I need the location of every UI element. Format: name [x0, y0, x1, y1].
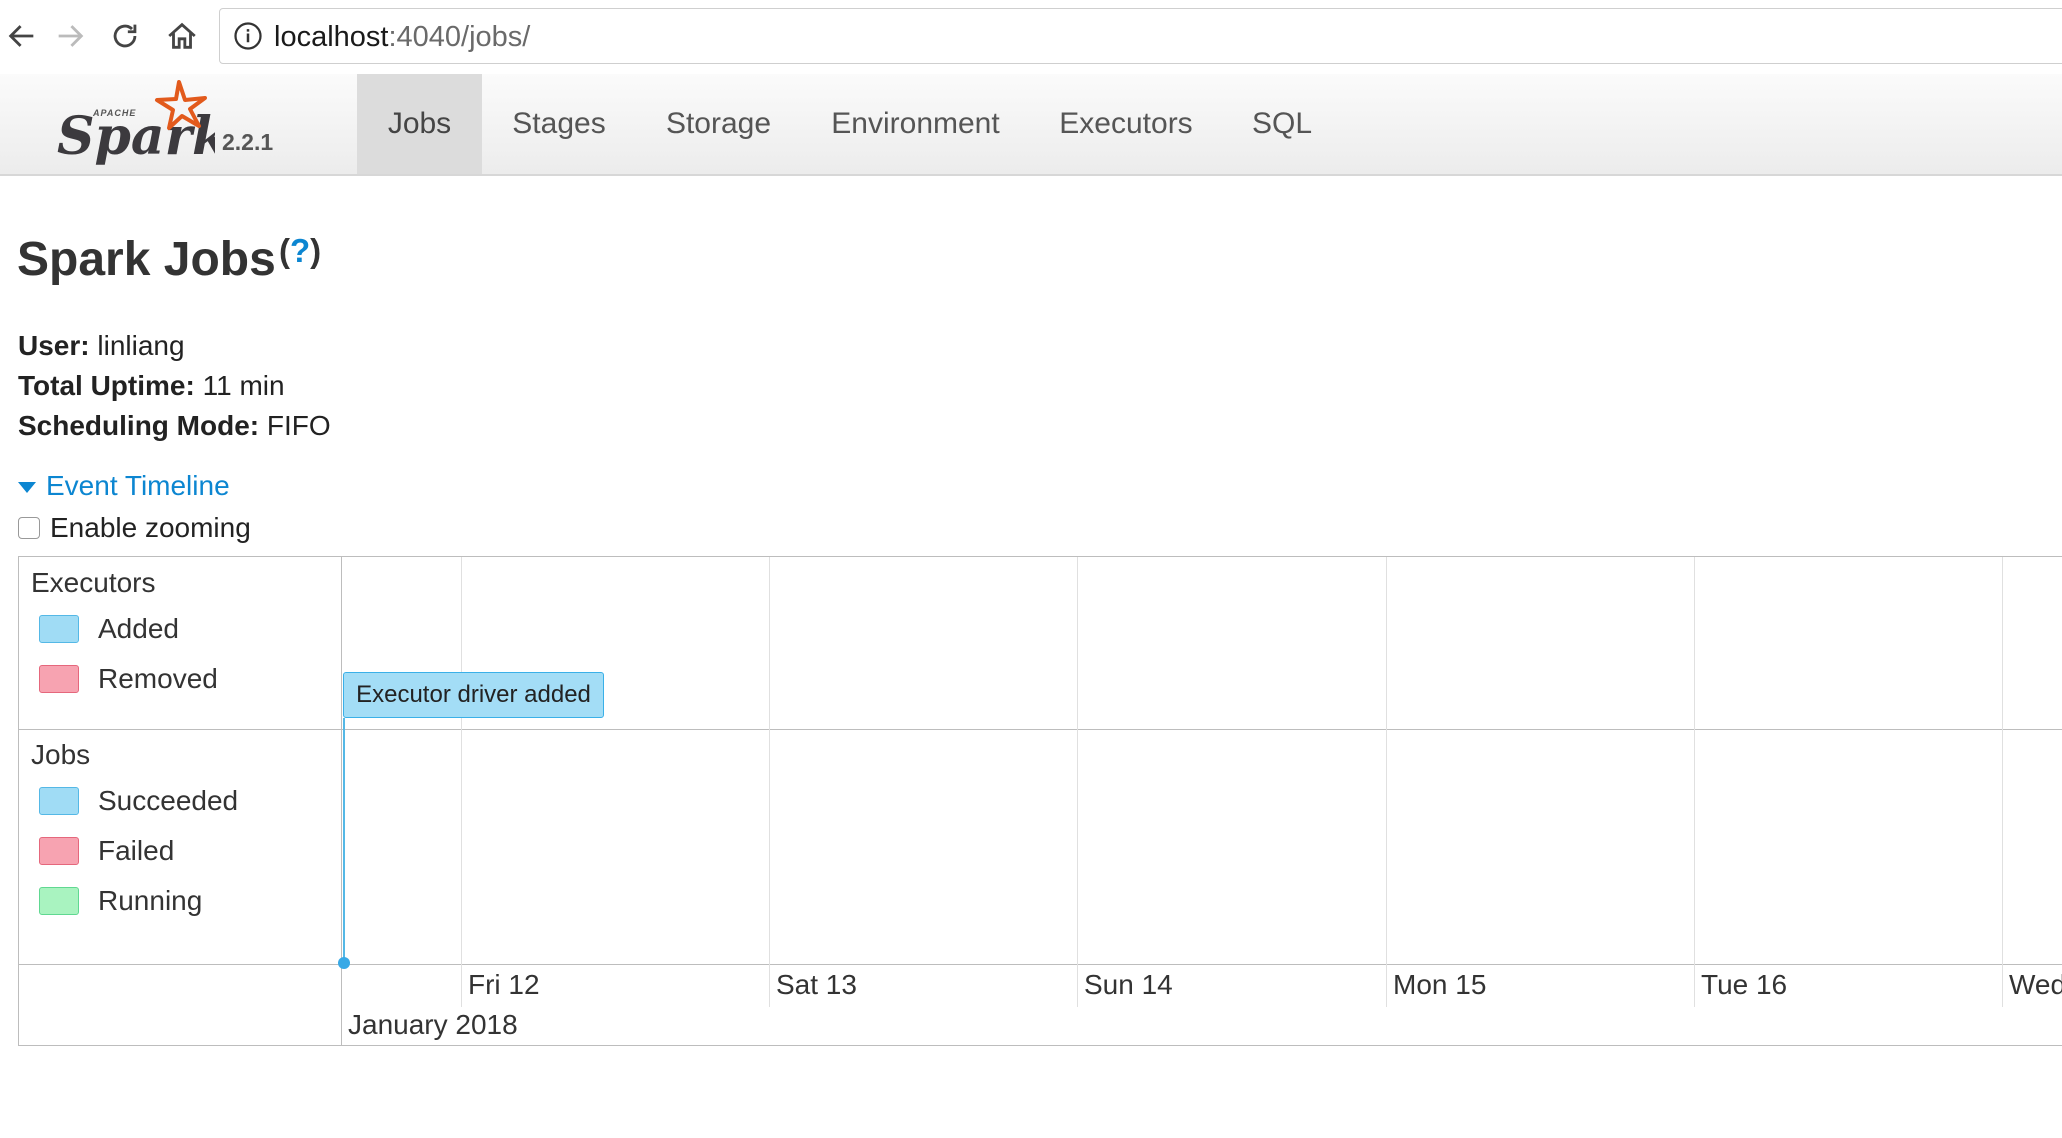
info-icon[interactable] [233, 21, 263, 51]
legend-job-succeeded: Succeeded [39, 785, 238, 817]
arrow-right-icon [58, 25, 84, 47]
event-timeline-label: Event Timeline [46, 470, 230, 501]
zoom-checkbox[interactable] [18, 517, 40, 539]
address-bar[interactable]: localhost:4040/jobs/ [219, 8, 2062, 64]
page-title-row: Spark Jobs [17, 232, 276, 287]
summary-value: FIFO [259, 410, 331, 441]
help-close: ) [310, 232, 322, 269]
executors-group-title: Executors [31, 567, 156, 598]
tab-environment[interactable]: Environment [818, 74, 1013, 174]
legend-swatch [39, 887, 79, 915]
arrow-left-icon [8, 25, 34, 47]
current-time-marker [343, 718, 345, 963]
grid-line [461, 557, 462, 1007]
timeline-legend: Executors Added Removed Jobs Succeeded F… [19, 557, 342, 1045]
summary-scheduling-mode: Scheduling Mode: FIFO [18, 410, 331, 442]
summary-label: Scheduling Mode: [18, 410, 260, 441]
current-time-dot [338, 957, 350, 969]
grid-line [1077, 557, 1078, 1007]
axis-tick-label: Sat 13 [776, 969, 857, 1000]
help-question-icon: ? [290, 232, 311, 269]
legend-job-running: Running [39, 885, 202, 917]
tab-label: Environment [831, 107, 1000, 140]
legend-label: Succeeded [98, 785, 239, 816]
axis-tick-label: Tue 16 [1701, 969, 1788, 1000]
group-divider [19, 729, 2062, 730]
axis-line [19, 964, 2062, 965]
tab-jobs[interactable]: Jobs [357, 74, 482, 174]
tab-label: Jobs [387, 107, 452, 140]
help-link[interactable]: (?) [279, 232, 321, 270]
tab-label: SQL [1251, 107, 1313, 140]
page-title: Spark Jobs [17, 233, 276, 286]
tab-label: Stages [512, 107, 606, 140]
home-icon [168, 22, 196, 49]
axis-tick-label: Mon 15 [1393, 969, 1487, 1000]
axis-month-label: January 2018 [348, 1009, 518, 1040]
legend-label: Removed [98, 663, 218, 694]
spark-logo[interactable]: APACHE Spark [55, 78, 215, 168]
spark-version: 2.2.1 [222, 129, 274, 155]
tab-stages[interactable]: Stages [497, 74, 621, 174]
legend-job-failed: Failed [39, 835, 174, 867]
url-text: localhost:4040/jobs/ [274, 21, 530, 53]
jobs-group-title: Jobs [31, 739, 91, 770]
executor-event-item[interactable]: Executor driver added [343, 672, 604, 718]
grid-line [769, 557, 770, 1007]
grid-line [1694, 557, 1695, 1007]
reload-icon [113, 24, 137, 48]
legend-label: Failed [98, 835, 175, 866]
back-button[interactable] [0, 14, 44, 58]
legend-swatch [39, 615, 79, 643]
spark-navbar: APACHE Spark 2.2.1 Jobs Stages Storage E… [0, 74, 2062, 176]
zoom-label: Enable zooming [50, 512, 251, 543]
legend-label: Running [98, 885, 203, 916]
home-button[interactable] [160, 14, 204, 58]
summary-value: linliang [89, 330, 185, 361]
summary-value: 11 min [194, 370, 285, 401]
summary-user: User: linliang [18, 330, 185, 362]
grid-line [1386, 557, 1387, 1007]
event-timeline[interactable]: Executors Added Removed Jobs Succeeded F… [18, 556, 2062, 1046]
reload-button[interactable] [103, 14, 147, 58]
axis-tick-label: Fri 12 [468, 969, 540, 1000]
legend-swatch [39, 837, 79, 865]
tab-label: Executors [1059, 107, 1193, 140]
help-open: ( [279, 232, 290, 269]
summary-label: User: [18, 330, 90, 361]
legend-swatch [39, 787, 79, 815]
summary-label: Total Uptime: [18, 370, 195, 401]
summary-uptime: Total Uptime: 11 min [18, 370, 285, 402]
tab-executors[interactable]: Executors [1046, 74, 1206, 174]
forward-button[interactable] [48, 14, 92, 58]
axis-tick-label: Wed [2009, 969, 2062, 1000]
url-host: localhost [274, 21, 389, 53]
legend-swatch [39, 665, 79, 693]
url-path: :4040/jobs/ [388, 21, 531, 53]
event-timeline-toggle[interactable]: Event Timeline [18, 470, 230, 502]
enable-zooming[interactable]: Enable zooming [18, 512, 251, 544]
tab-sql[interactable]: SQL [1238, 74, 1326, 174]
grid-line [2002, 557, 2003, 1007]
caret-down-icon [18, 481, 36, 493]
tab-storage[interactable]: Storage [652, 74, 785, 174]
browser-toolbar: localhost:4040/jobs/ [0, 0, 2062, 75]
legend-executor-added: Added [39, 613, 179, 645]
legend-executor-removed: Removed [39, 663, 218, 695]
legend-label: Added [98, 613, 179, 644]
axis-tick-label: Sun 14 [1084, 969, 1173, 1000]
tab-label: Storage [665, 107, 772, 140]
